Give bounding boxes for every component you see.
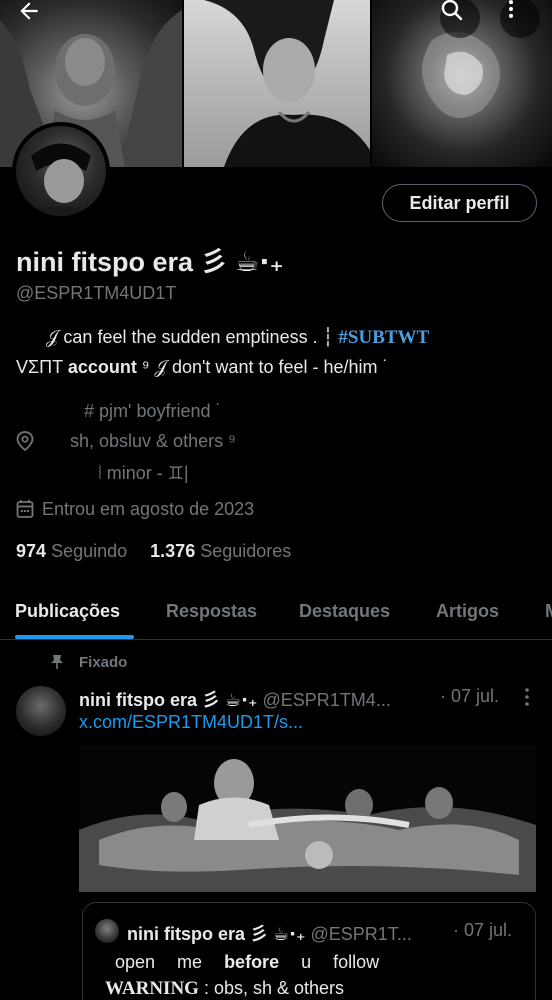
location-line-3: ⦚ minor - ♊|	[98, 463, 189, 483]
hashtag-link[interactable]: #SUBTWT	[338, 327, 429, 348]
search-icon	[441, 0, 463, 21]
quote-bold-text: before	[224, 952, 280, 972]
tweet-media-image[interactable]	[79, 745, 536, 892]
tab-posts[interactable]: Publicações	[15, 601, 120, 622]
location-pin-icon	[16, 431, 34, 456]
tweet-link[interactable]: x.com/ESPR1TM4UD1T/s...	[79, 712, 303, 733]
joined-date: Entrou em agosto de 2023	[42, 499, 255, 519]
tab-articles[interactable]: Artigos	[436, 601, 499, 622]
bio-line-1: 𝒥 can feel the sudden emptiness . ┆ #SUB…	[46, 327, 429, 349]
tab-highlights[interactable]: Destaques	[299, 601, 390, 622]
tweet-date[interactable]: · 07 jul.	[440, 686, 499, 707]
back-arrow-icon	[20, 2, 38, 20]
pinned-label: Fixado	[79, 654, 128, 671]
tweet-author-name[interactable]: nini fitspo era 彡 ☕︎⋅₊	[79, 690, 258, 710]
quoted-author-avatar	[95, 919, 119, 943]
quoted-tweet[interactable]: nini fitspo era 彡 ☕︎⋅₊ @ESPR1T... · 07 j…	[82, 902, 536, 1000]
quoted-tweet-text-2: WARNING : obs, sh & others	[105, 978, 344, 1000]
profile-display-name: nini fitspo era 彡 ☕︎⋅₊	[16, 247, 284, 277]
following-link[interactable]: 974 Seguindo	[16, 541, 127, 562]
warning-text: WARNING	[105, 978, 199, 999]
followers-count: 1.376	[150, 541, 196, 561]
edit-profile-button[interactable]: Editar perfil	[382, 184, 537, 222]
location-line-1: # pjm' boyfriend ˙	[84, 401, 222, 421]
pin-icon	[50, 654, 64, 675]
bio-text: ⁹ 𝒥 don't want to feel - he/him ˙	[136, 357, 389, 377]
bio-text: VΣΠT	[16, 357, 68, 377]
quote-text: : obs, sh & others	[198, 978, 345, 998]
more-vertical-icon	[508, 0, 514, 18]
following-label: Seguindo	[51, 541, 128, 561]
quote-text: open me	[115, 952, 225, 972]
follow-stats: 974 Seguindo 1.376 Seguidores	[16, 541, 309, 562]
more-vertical-icon	[525, 688, 529, 706]
following-count: 974	[16, 541, 47, 561]
quoted-author-name: nini fitspo era 彡 ☕︎⋅₊	[127, 924, 306, 944]
followers-label: Seguidores	[200, 541, 292, 561]
tab-media[interactable]: M	[545, 601, 552, 622]
quote-text: u follow	[279, 952, 380, 972]
profile-handle: @ESPR1TM4UD1T	[16, 283, 177, 303]
bio-text: 𝒥 can feel the sudden emptiness . ┆	[46, 327, 339, 347]
calendar-icon	[16, 499, 34, 524]
tweet-header: nini fitspo era 彡 ☕︎⋅₊ @ESPR1TM4...	[79, 686, 391, 712]
profile-avatar[interactable]	[12, 122, 110, 220]
bio-line-2: VΣΠT account ⁹ 𝒥 don't want to feel - he…	[16, 357, 389, 378]
bio-bold-text: account	[67, 357, 137, 377]
location-line-2: sh, obsluv & others ⁹	[70, 431, 236, 451]
quoted-author-handle: @ESPR1T...	[310, 924, 412, 944]
banner-image-portrait	[184, 0, 370, 167]
tweet-more-button[interactable]	[518, 686, 536, 713]
quoted-tweet-date: · 07 jul.	[453, 920, 513, 940]
profile-tabs: Publicações Respostas Destaques Artigos …	[0, 588, 552, 640]
tab-replies[interactable]: Respostas	[166, 601, 257, 622]
tweet-author-avatar[interactable]	[16, 686, 66, 736]
followers-link[interactable]: 1.376 Seguidores	[150, 541, 291, 562]
active-tab-indicator	[15, 635, 134, 639]
quoted-tweet-text-1: open me before u follow	[115, 952, 379, 973]
quoted-tweet-header: nini fitspo era 彡 ☕︎⋅₊ @ESPR1T...	[127, 920, 412, 946]
tweet-author-handle[interactable]: @ESPR1TM4...	[263, 690, 391, 710]
